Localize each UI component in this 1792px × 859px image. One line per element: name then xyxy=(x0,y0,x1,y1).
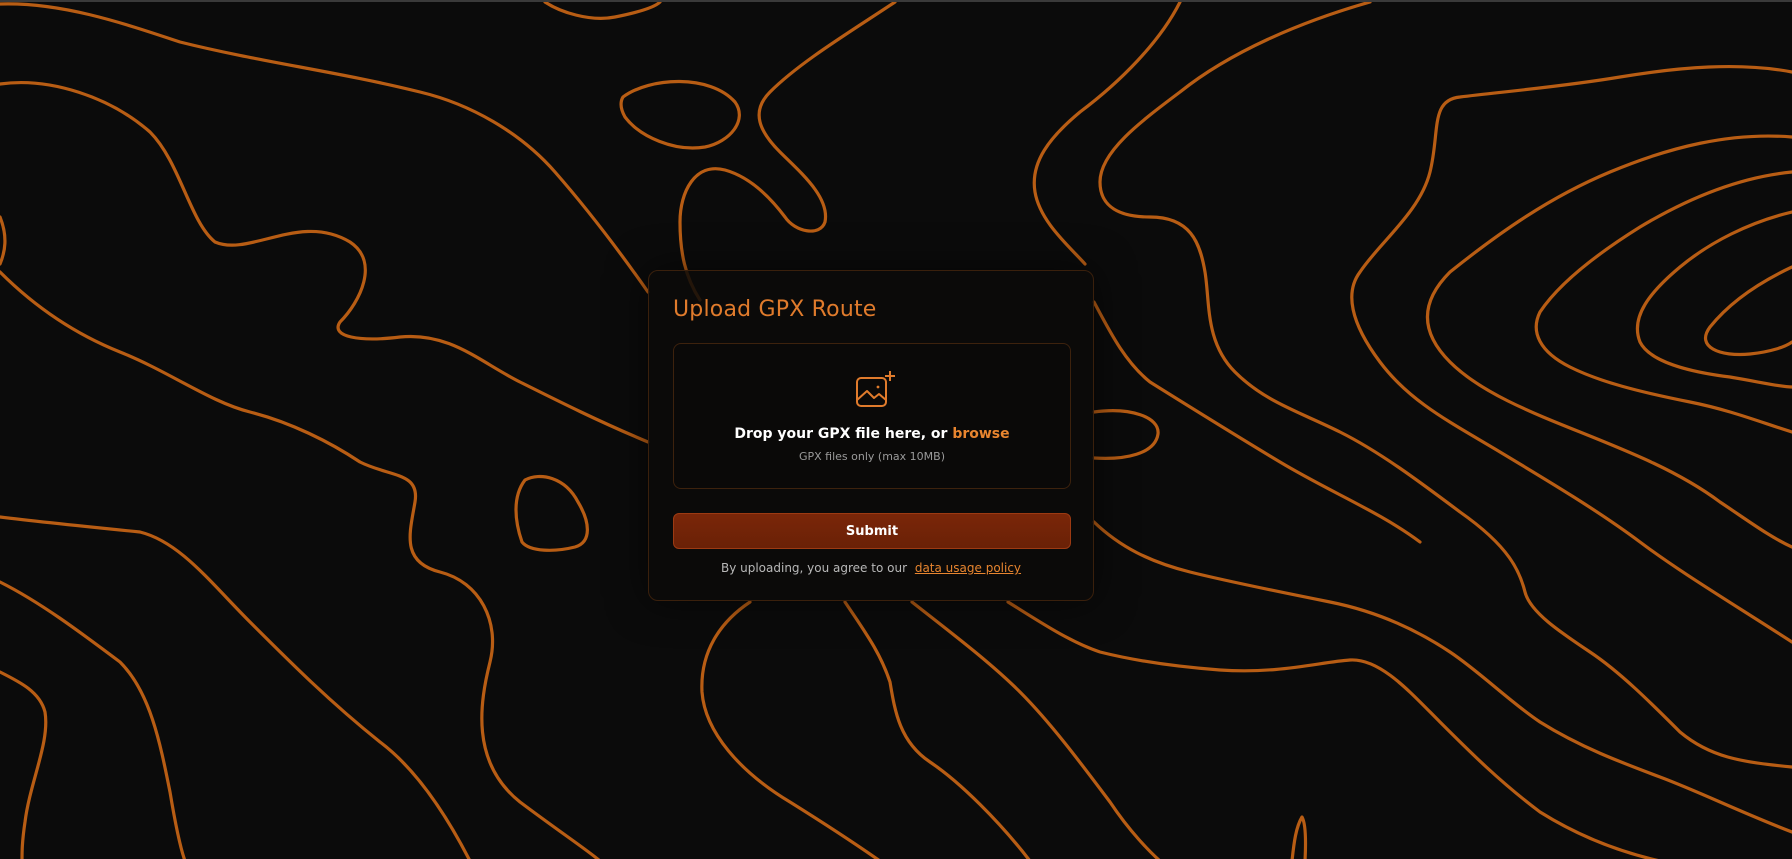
upload-page: Upload GPX Route Drop your GPX file here… xyxy=(0,0,1792,859)
contour-line xyxy=(0,81,650,444)
contour-line xyxy=(700,600,880,859)
image-add-icon xyxy=(856,371,895,407)
file-type-hint: GPX files only (max 10MB) xyxy=(798,450,945,463)
contour-line xyxy=(1092,300,1422,544)
agreement-text: By uploading, you agree to our xyxy=(720,561,907,575)
contour-line xyxy=(843,600,1031,859)
contour-line xyxy=(1703,265,1792,357)
contour-line xyxy=(514,474,589,552)
card-title: Upload GPX Route xyxy=(673,297,877,322)
contour-line xyxy=(1426,134,1792,549)
contour-line xyxy=(0,515,471,859)
contour-line xyxy=(1290,815,1308,859)
file-dropzone[interactable]: Drop your GPX file here, or browse GPX f… xyxy=(673,343,1071,489)
contour-line xyxy=(0,580,187,859)
contour-line xyxy=(1092,409,1160,460)
contour-line xyxy=(1534,170,1792,434)
contour-line xyxy=(619,79,741,150)
contour-line xyxy=(678,2,897,302)
contour-line xyxy=(1635,210,1792,389)
contour-line xyxy=(1032,2,1182,266)
drop-prompt: Drop your GPX file here, or xyxy=(734,426,953,442)
contour-line xyxy=(0,215,7,266)
data-usage-policy-link[interactable]: data usage policy xyxy=(915,561,1021,575)
contour-line xyxy=(1098,2,1792,769)
agreement-notice: By uploading, you agree to our data usag… xyxy=(649,561,1093,575)
contour-line xyxy=(1006,600,1659,859)
contour-line xyxy=(0,270,601,859)
drop-instructions: Drop your GPX file here, or browse xyxy=(674,426,1070,442)
contour-line xyxy=(543,2,662,20)
contour-line xyxy=(0,2,650,294)
submit-button[interactable]: Submit xyxy=(673,513,1071,549)
contour-line xyxy=(1092,520,1792,834)
upload-card: Upload GPX Route Drop your GPX file here… xyxy=(648,270,1094,601)
contour-line xyxy=(910,600,1161,859)
contour-line xyxy=(0,670,48,859)
browse-link[interactable]: browse xyxy=(952,426,1009,442)
